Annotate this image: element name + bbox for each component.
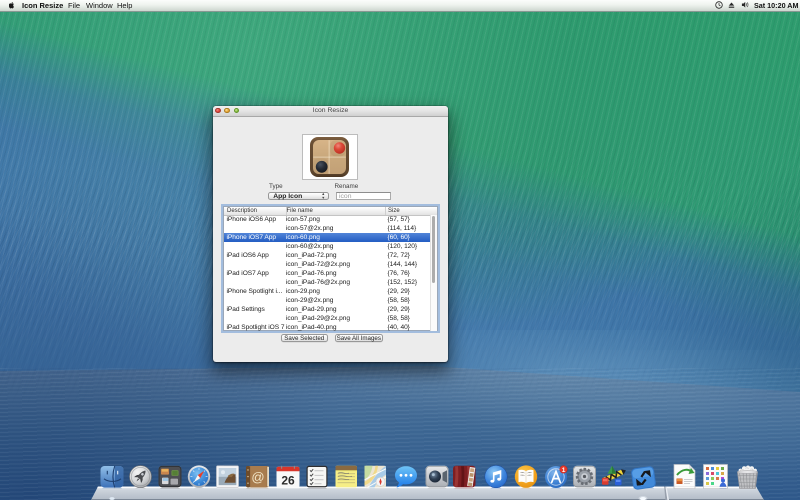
svg-text:1: 1 [562,467,566,474]
svg-text:26: 26 [281,473,295,487]
svg-text:@: @ [251,470,264,485]
